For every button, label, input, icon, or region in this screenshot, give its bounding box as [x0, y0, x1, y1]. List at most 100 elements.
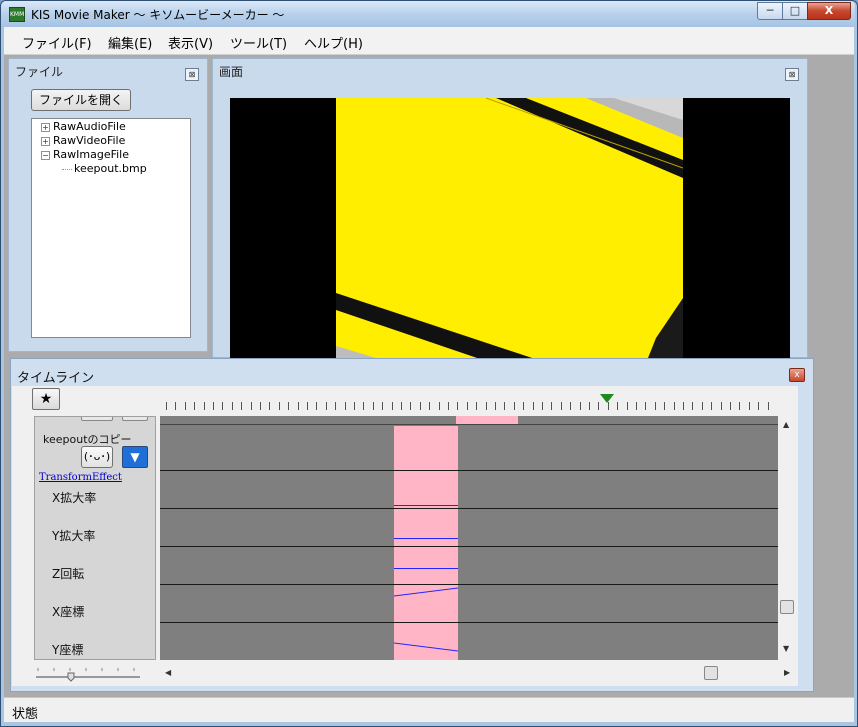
screen-panel-close-icon[interactable]: ⊠ [785, 68, 799, 81]
ruler-tick [279, 402, 280, 410]
ruler-tick [204, 402, 205, 410]
ruler-tick [467, 402, 468, 410]
expand-icon[interactable]: + [41, 136, 50, 146]
keyframe-line-z-rotation[interactable] [394, 568, 458, 569]
playhead-icon[interactable] [600, 394, 614, 403]
tree-connector [62, 168, 72, 170]
vertical-scroll-thumb[interactable] [780, 600, 794, 614]
ruler-tick [617, 402, 618, 410]
ruler-tick [260, 402, 261, 410]
dropdown-button[interactable]: ▼ [122, 446, 148, 468]
menu-help[interactable]: ヘルプ(H) [304, 33, 363, 52]
scroll-right-icon[interactable]: ▶ [784, 668, 790, 677]
ruler-tick [335, 402, 336, 410]
keyframe-line-x-scale[interactable] [394, 505, 458, 506]
scroll-up-icon[interactable]: ▲ [783, 420, 789, 429]
menu-edit[interactable]: 編集(E) [108, 33, 152, 52]
tree-item-keepout-bmp[interactable]: keepout.bmp [62, 162, 147, 176]
close-button[interactable]: X [807, 2, 851, 20]
track-divider [160, 546, 778, 547]
track-divider [160, 470, 778, 471]
transform-effect-link[interactable]: TransformEffect [39, 472, 122, 483]
ruler-tick [232, 402, 233, 410]
ruler-tick [608, 402, 609, 410]
ruler-tick [533, 402, 534, 410]
tree-item-label: keepout.bmp [74, 162, 147, 175]
track-divider [160, 424, 778, 425]
tree-item-raw-audio[interactable]: + RawAudioFile [41, 120, 126, 134]
ruler-tick [166, 402, 167, 410]
ruler-tick [373, 402, 374, 410]
status-bar: 状態 [4, 697, 854, 722]
file-panel-close-icon[interactable]: ⊠ [185, 68, 199, 81]
ruler-tick [598, 402, 599, 410]
time-ruler[interactable] [160, 392, 778, 416]
open-file-button[interactable]: ファイルを開く [31, 89, 131, 111]
screen-panel: 画面 ⊠ [212, 58, 808, 358]
ruler-tick [345, 402, 346, 410]
ruler-tick [354, 402, 355, 410]
track-area[interactable] [160, 416, 778, 660]
track-divider [160, 584, 778, 585]
status-text: 状態 [12, 707, 39, 722]
param-x-scale-label: X拡大率 [52, 491, 97, 505]
title-bar[interactable]: KMM KIS Movie Maker ～ キソムービーメーカー ～ ─ □ X [1, 1, 855, 27]
keyframe-line-y-scale[interactable] [394, 538, 458, 539]
zoom-slider[interactable] [36, 662, 140, 684]
keyframe-curves[interactable] [394, 584, 458, 660]
tree-item-label: RawVideoFile [53, 134, 126, 147]
ruler-tick [439, 402, 440, 410]
file-tree[interactable]: + RawAudioFile + RawVideoFile − RawImageFil… [31, 118, 191, 338]
ruler-tick [495, 402, 496, 410]
ruler-tick [486, 402, 487, 410]
collapse-icon[interactable]: − [41, 150, 50, 160]
menu-view[interactable]: 表示(V) [168, 33, 213, 52]
screen-panel-title: 画面 [219, 65, 244, 79]
ruler-tick [739, 402, 740, 410]
menu-file[interactable]: ファイル(F) [22, 33, 92, 52]
tree-item-raw-video[interactable]: + RawVideoFile [41, 134, 125, 148]
ruler-tick [664, 402, 665, 410]
track-divider [160, 508, 778, 509]
tree-item-label: RawAudioFile [53, 120, 126, 133]
track-button-stub[interactable] [81, 417, 113, 421]
horizontal-scroll-thumb[interactable] [704, 666, 718, 680]
param-y-scale-label: Y拡大率 [52, 529, 96, 543]
tree-item-label: RawImageFile [53, 148, 129, 161]
timeline-close-icon[interactable]: x [789, 368, 805, 382]
app-icon: KMM [9, 7, 25, 22]
ruler-tick [392, 402, 393, 410]
minimize-button[interactable]: ─ [757, 2, 783, 20]
ruler-tick [185, 402, 186, 410]
maximize-button[interactable]: □ [782, 2, 808, 20]
tree-item-raw-image[interactable]: − RawImageFile [41, 148, 129, 162]
window-title: KIS Movie Maker ～ キソムービーメーカー ～ [31, 8, 285, 22]
ruler-tick [222, 402, 223, 410]
ruler-tick [655, 402, 656, 410]
timeline-vertical-scrollbar[interactable]: ▲ ▼ [778, 416, 796, 660]
ruler-tick [429, 402, 430, 410]
face-button[interactable]: (･ᴗ･) [81, 446, 113, 468]
ruler-tick [721, 402, 722, 410]
ruler-tick [702, 402, 703, 410]
ruler-tick [298, 402, 299, 410]
ruler-tick [316, 402, 317, 410]
scroll-left-icon[interactable]: ◀ [165, 668, 171, 677]
ruler-tick [692, 402, 693, 410]
track-button-stub[interactable] [122, 417, 148, 421]
ruler-tick [730, 402, 731, 410]
star-button[interactable]: ★ [32, 388, 60, 410]
ruler-tick [768, 402, 769, 410]
ruler-tick [523, 402, 524, 410]
scroll-down-icon[interactable]: ▼ [783, 644, 789, 653]
timeline-title: タイムライン [17, 371, 95, 386]
ruler-tick [241, 402, 242, 410]
ruler-tick [476, 402, 477, 410]
preview-frame-image [336, 98, 683, 358]
video-preview [230, 98, 790, 358]
timeline-horizontal-scrollbar[interactable]: ◀ ▶ [160, 664, 796, 682]
expand-icon[interactable]: + [41, 122, 50, 132]
menu-tools[interactable]: ツール(T) [230, 33, 287, 52]
ruler-tick [307, 402, 308, 410]
ruler-tick [457, 402, 458, 410]
